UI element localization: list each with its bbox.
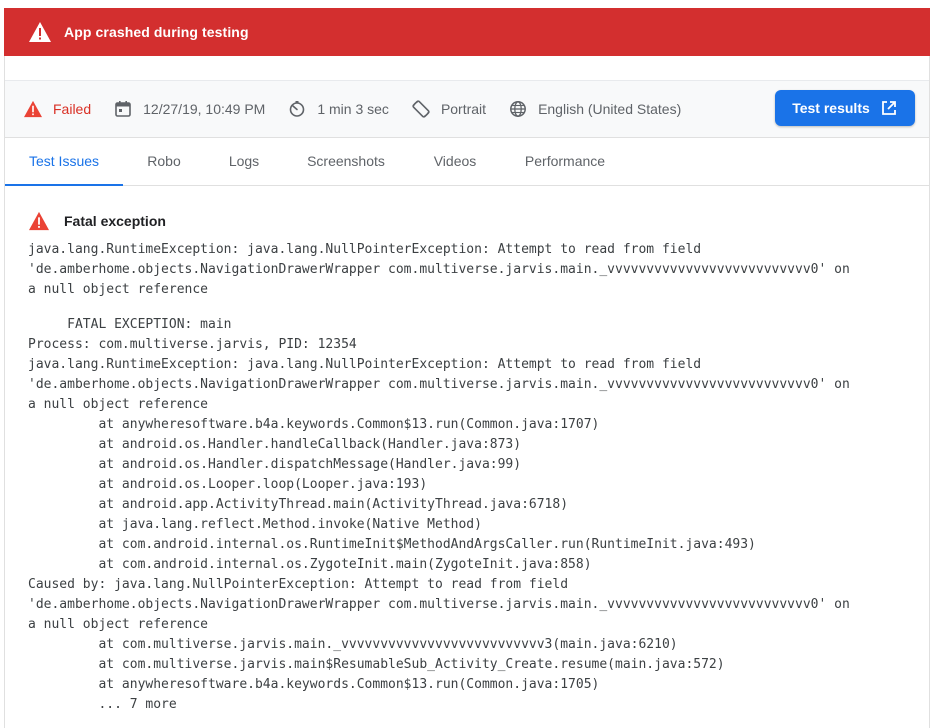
tab-logs[interactable]: Logs <box>205 137 283 185</box>
tab-test-issues[interactable]: Test Issues <box>5 137 123 186</box>
tab-videos[interactable]: Videos <box>409 137 501 185</box>
orientation-text: Portrait <box>440 101 487 117</box>
issue-header: Fatal exception <box>28 206 918 236</box>
duration-text: 1 min 3 sec <box>317 101 389 117</box>
stack-trace: FATAL EXCEPTION: main Process: com.multi… <box>28 317 850 712</box>
tab-screenshots[interactable]: Screenshots <box>283 137 409 185</box>
locale-text: English (United States) <box>538 101 682 117</box>
open-in-new-icon <box>880 99 898 117</box>
status-text: Failed <box>53 101 92 117</box>
datetime-text: 12/27/19, 10:49 PM <box>143 101 266 117</box>
tab-performance[interactable]: Performance <box>501 137 629 185</box>
warning-icon <box>28 21 52 43</box>
duration-item: 1 min 3 sec <box>287 99 389 119</box>
calendar-icon <box>113 99 133 119</box>
issue-title: Fatal exception <box>64 213 166 229</box>
warning-icon <box>23 99 43 119</box>
test-results-label: Test results <box>792 100 870 116</box>
globe-icon <box>508 99 528 119</box>
exception-summary: java.lang.RuntimeException: java.lang.Nu… <box>28 242 850 297</box>
status-item: Failed <box>23 99 91 119</box>
banner-title: App crashed during testing <box>64 24 249 40</box>
datetime-item: 12/27/19, 10:49 PM <box>113 99 265 119</box>
warning-icon <box>28 211 50 231</box>
crash-banner: App crashed during testing <box>4 8 930 56</box>
issue-panel: Fatal exception java.lang.RuntimeExcepti… <box>28 206 918 715</box>
test-results-button[interactable]: Test results <box>775 90 915 126</box>
locale-item: English (United States) <box>508 99 681 119</box>
screen-rotation-icon <box>411 99 431 119</box>
orientation-item: Portrait <box>411 99 486 119</box>
tab-robo[interactable]: Robo <box>123 137 205 185</box>
tab-bar: Test Issues Robo Logs Screenshots Videos… <box>5 137 929 186</box>
timer-icon <box>287 99 307 119</box>
